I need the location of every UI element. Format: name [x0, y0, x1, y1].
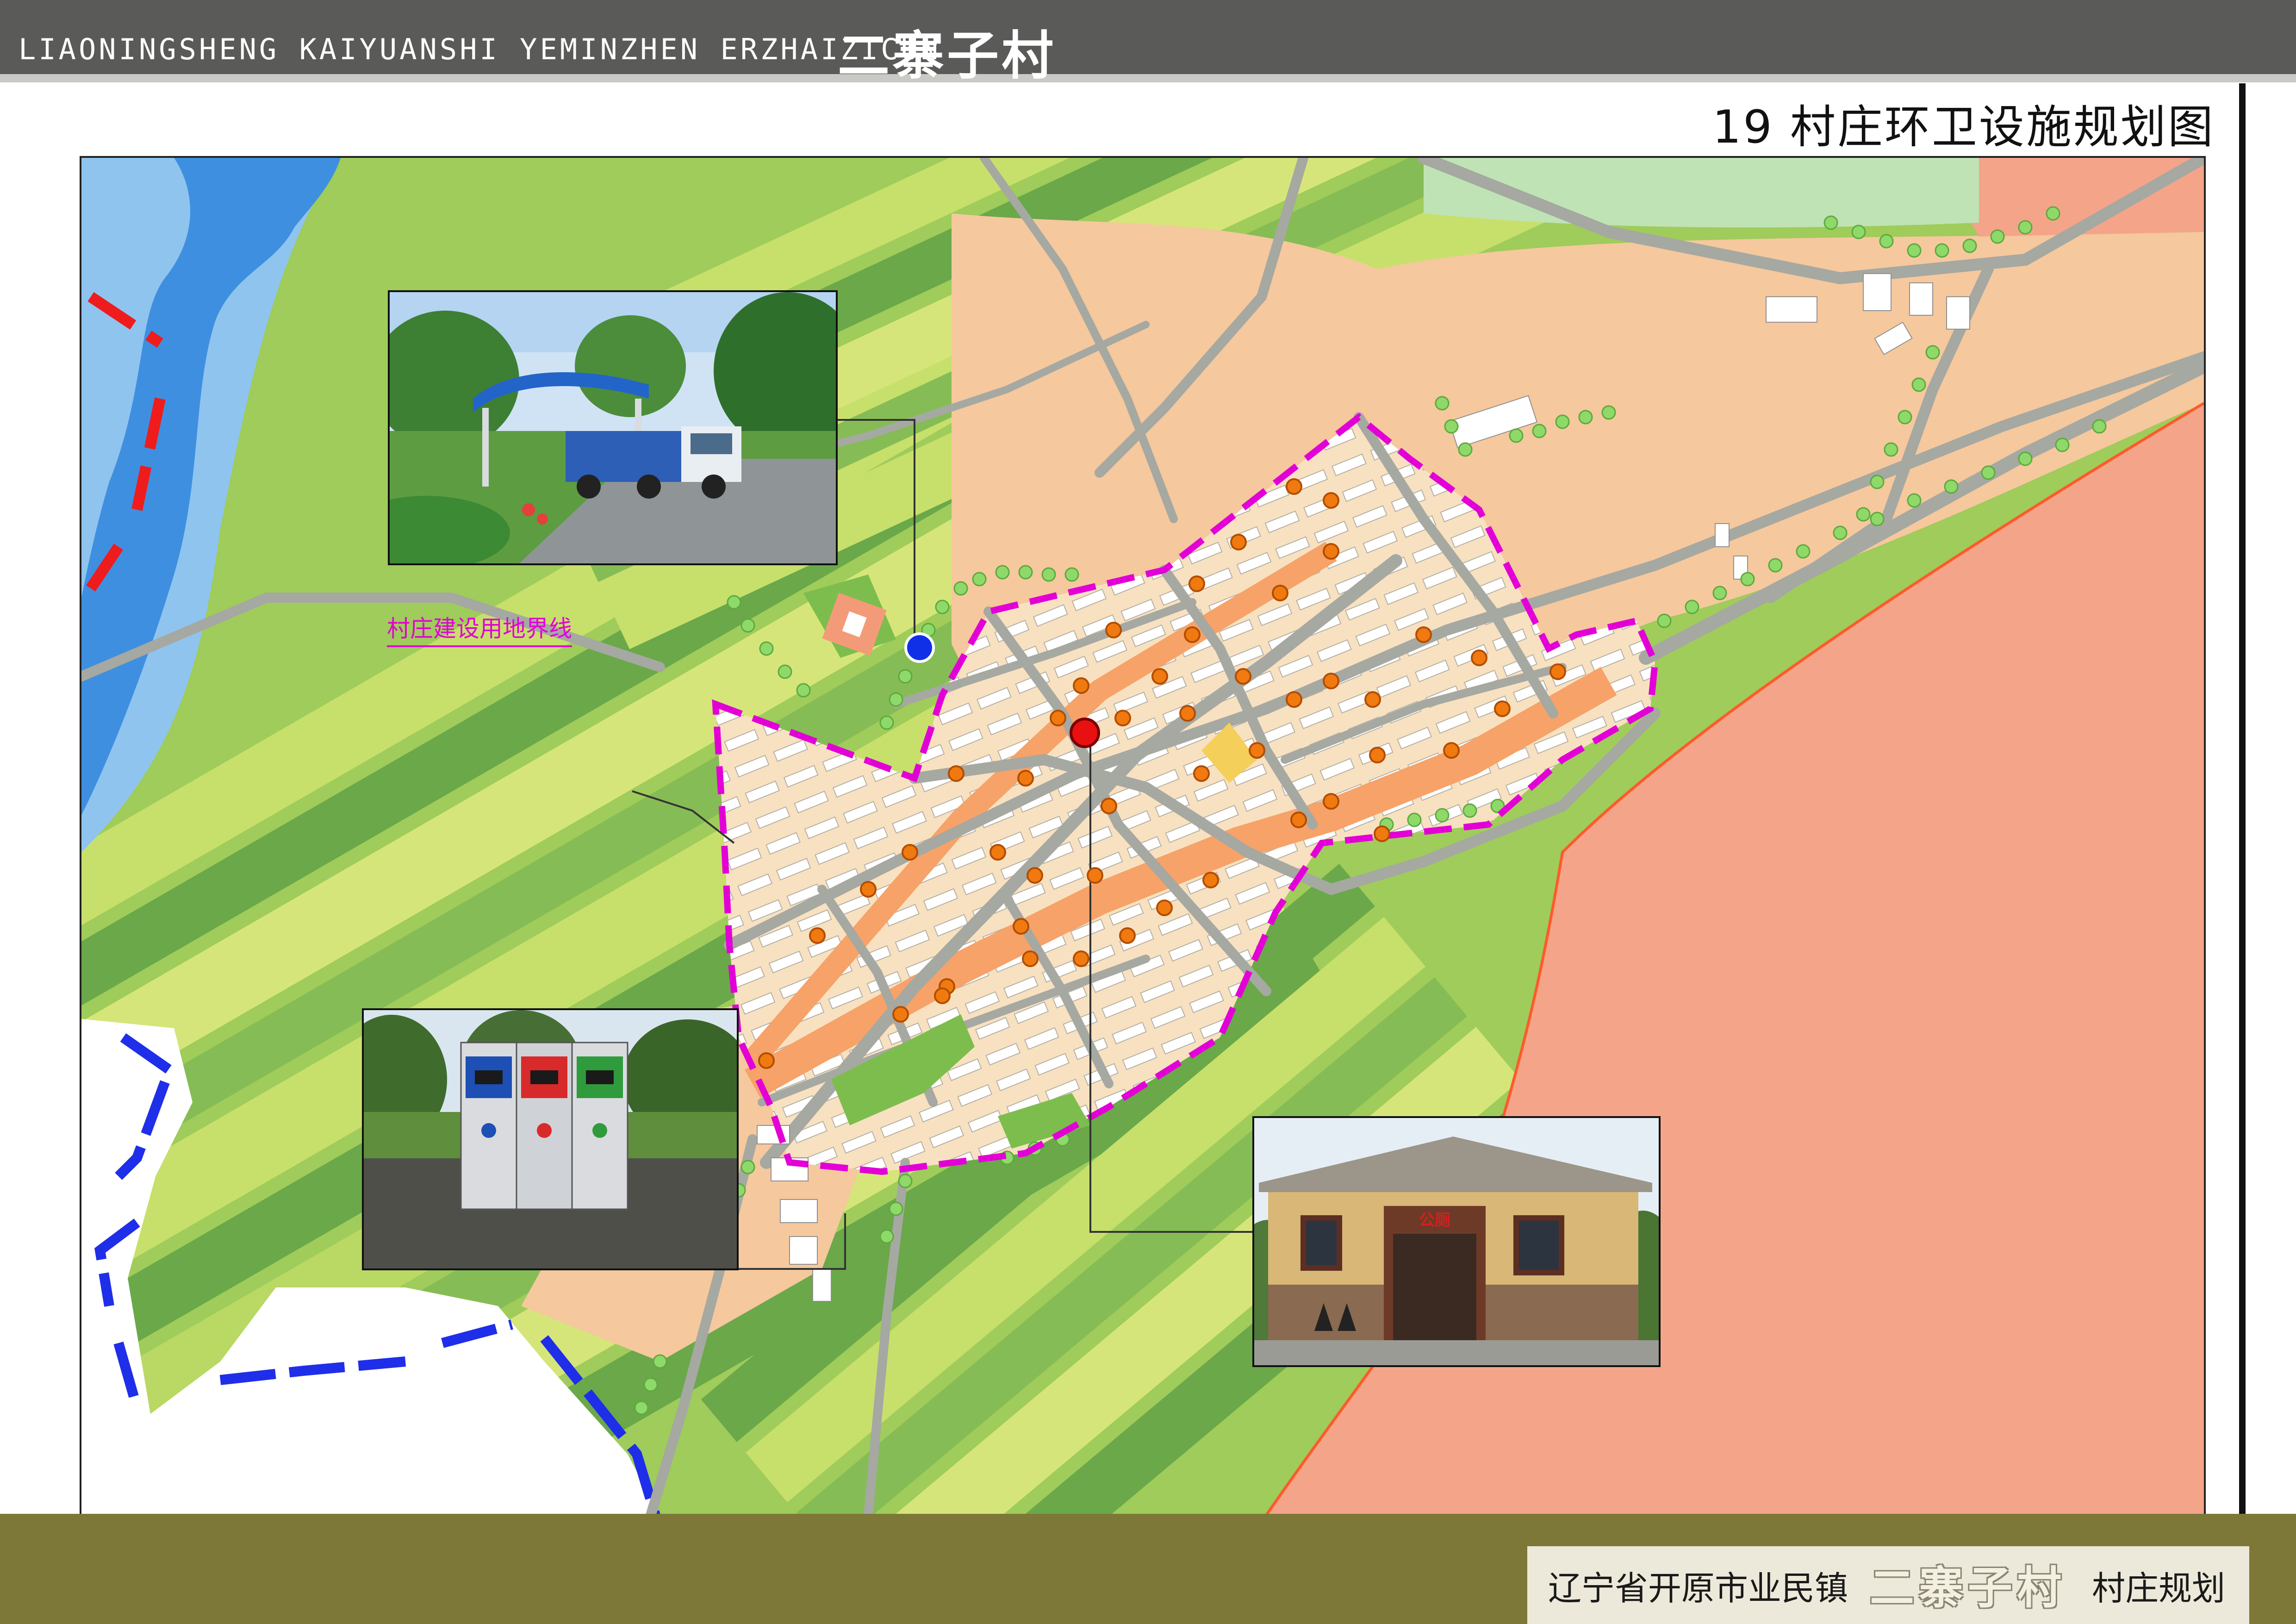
footer-location: 辽宁省开原市业民镇 — [1548, 1569, 1848, 1608]
header-chinese-title: 二寨子村 — [838, 26, 1056, 86]
public-toilet-marker — [1070, 718, 1100, 748]
photo-public-toilet: 公厕 — [1252, 1116, 1661, 1367]
footer-village-name: 二寨子村 — [1870, 1562, 2066, 1614]
sheet-title: 19 村庄环卫设施规划图 — [1712, 101, 2215, 154]
footer-suffix: 村庄规划 — [2092, 1569, 2226, 1608]
toilet-sign: 公厕 — [1419, 1211, 1450, 1230]
header-latin-title: LIAONINGSHENG KAIYUANSHI YEMINZHEN ERZHA… — [19, 32, 941, 66]
photo-trash-bins — [362, 1008, 739, 1270]
photo-transfer-station — [388, 290, 838, 565]
header-stripe — [0, 74, 2296, 82]
transfer-station-marker — [904, 632, 935, 663]
right-rule — [2239, 83, 2246, 1624]
boundary-label: 村庄建设用地界线 — [387, 610, 572, 647]
